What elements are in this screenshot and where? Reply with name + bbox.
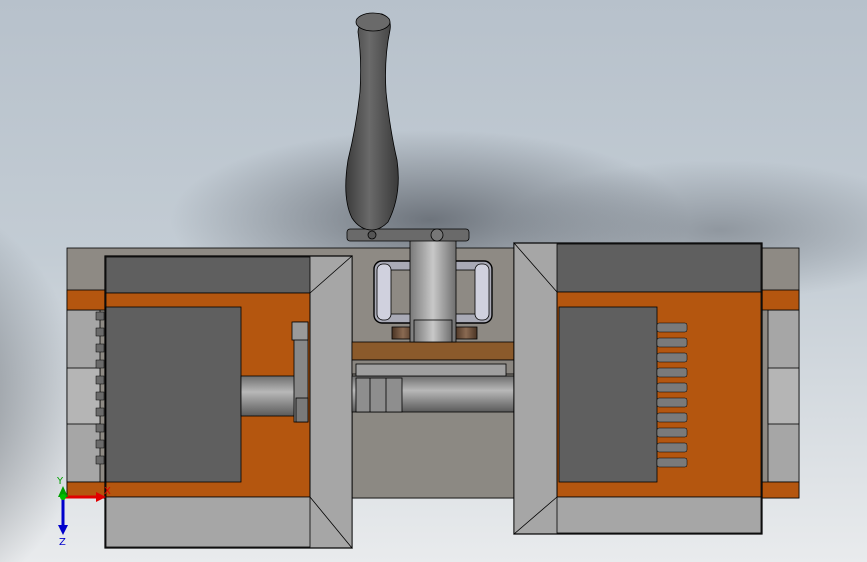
right-housing-bottom-plate bbox=[556, 496, 762, 534]
axis-y-label: Y bbox=[56, 476, 64, 487]
left-motor-housing[interactable] bbox=[95, 255, 353, 550]
left-housing-top-plate bbox=[105, 256, 311, 294]
left-end-cap-bore bbox=[66, 367, 101, 425]
left-motor-block bbox=[105, 306, 242, 483]
right-flange-section-bottom bbox=[761, 481, 800, 499]
left-shaft-collar-bottom bbox=[295, 397, 309, 423]
triad-origin bbox=[60, 494, 66, 500]
lever-bar[interactable] bbox=[346, 228, 470, 242]
left-housing-bottom-plate bbox=[105, 496, 311, 548]
middle-horizontal-plate bbox=[351, 341, 515, 361]
vertical-shaft-lower bbox=[413, 319, 453, 343]
left-shaft bbox=[240, 375, 302, 417]
left-hinged-lid[interactable] bbox=[309, 255, 353, 550]
left-shaft-collar-top bbox=[291, 321, 309, 341]
right-flange-section-top bbox=[761, 289, 800, 311]
seal-right bbox=[454, 326, 478, 340]
axis-x-label: X bbox=[104, 486, 111, 497]
handle-cap bbox=[355, 12, 391, 32]
right-hinged-lid[interactable] bbox=[513, 241, 558, 535]
right-motor-block bbox=[558, 306, 658, 483]
cad-viewport[interactable]: X Y Z bbox=[0, 0, 867, 562]
right-motor-housing[interactable] bbox=[513, 241, 763, 535]
bearing-roller-right bbox=[474, 263, 490, 321]
coupling-guard bbox=[355, 363, 507, 377]
right-housing-top-plate bbox=[556, 243, 762, 293]
bearing-roller-left bbox=[376, 263, 392, 321]
axis-z-label: Z bbox=[59, 537, 66, 548]
left-flange-section-top bbox=[66, 289, 108, 311]
right-end-cap-bore bbox=[767, 367, 800, 425]
lower-shaft-coupling bbox=[355, 377, 403, 413]
lever-pivot-right bbox=[430, 228, 444, 242]
lever-pivot-left bbox=[367, 230, 377, 240]
